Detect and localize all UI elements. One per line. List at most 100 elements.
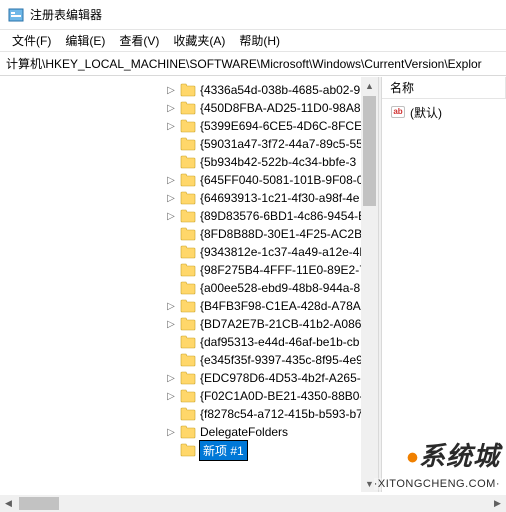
tree-item-label: {daf95313-e44d-46af-be1b-cb (200, 335, 359, 349)
tree-item-label: {9343812e-1c37-4a49-a12e-4b (200, 245, 366, 259)
menu-bar: 文件(F) 编辑(E) 查看(V) 收藏夹(A) 帮助(H) (0, 30, 506, 52)
value-name: (默认) (410, 104, 442, 121)
tree-item-label: {a00ee528-ebd9-48b8-944a-8 (200, 281, 360, 295)
folder-icon (180, 83, 196, 97)
expand-icon[interactable]: ▷ (164, 101, 178, 115)
tree-item[interactable]: ▷{5399E694-6CE5-4D6C-8FCE-1 (160, 117, 378, 135)
tree-item[interactable]: ▷{8FD8B88D-30E1-4F25-AC2B-5 (160, 225, 378, 243)
scroll-track[interactable] (361, 94, 378, 475)
scroll-down-arrow-icon[interactable]: ▼ (361, 475, 378, 492)
tree-item[interactable]: ▷ DelegateFolders (160, 423, 378, 441)
tree-item-label: {B4FB3F98-C1EA-428d-A78A-D (200, 299, 373, 313)
expand-icon[interactable]: ▷ (164, 299, 178, 313)
tree-item[interactable]: ▷{f8278c54-a712-415b-b593-b7 (160, 405, 378, 423)
folder-icon (180, 227, 196, 241)
hscroll-thumb[interactable] (19, 497, 59, 510)
tree-item[interactable]: ▷ {89D83576-6BD1-4c86-9454-B (160, 207, 378, 225)
folder-icon (180, 407, 196, 421)
tree-item-label: {5b934b42-522b-4c34-bbfe-3 (200, 155, 356, 169)
tree-item-label: {8FD8B88D-30E1-4F25-AC2B-5 (200, 227, 373, 241)
tree-panel: ▷ {4336a54d-038b-4685-ab02-9 ▷ {450D8FBA-AD… (0, 77, 378, 492)
tree-item-label: {e345f35f-9397-435c-8f95-4e9 (200, 353, 363, 367)
expand-icon[interactable]: ▷ (164, 83, 178, 97)
tree-item[interactable]: ▷ {F02C1A0D-BE21-4350-88B0-7 (160, 387, 378, 405)
column-header-name[interactable]: 名称 (382, 77, 506, 98)
scroll-up-arrow-icon[interactable]: ▲ (361, 77, 378, 94)
folder-icon (180, 137, 196, 151)
tree-item[interactable]: ▷{5b934b42-522b-4c34-bbfe-3 (160, 153, 378, 171)
tree-item[interactable]: ▷新项 #1 (160, 441, 378, 459)
folder-icon (180, 191, 196, 205)
horizontal-scrollbar[interactable]: ◀ ▶ (0, 495, 506, 512)
tree-item[interactable]: ▷{9343812e-1c37-4a49-a12e-4b (160, 243, 378, 261)
tree-vertical-scrollbar[interactable]: ▲ ▼ (361, 77, 378, 492)
expand-icon[interactable]: ▷ (164, 173, 178, 187)
tree-item-label[interactable]: 新项 #1 (200, 441, 247, 460)
tree-item[interactable]: ▷ {450D8FBA-AD25-11D0-98A8- (160, 99, 378, 117)
window-title: 注册表编辑器 (30, 6, 102, 23)
tree-item[interactable]: ▷{59031a47-3f72-44a7-89c5-55 (160, 135, 378, 153)
scroll-right-arrow-icon[interactable]: ▶ (489, 495, 506, 512)
tree-item-label: {EDC978D6-4D53-4b2f-A265-5 (200, 371, 367, 385)
tree-item-label: {BD7A2E7B-21CB-41b2-A086- (200, 317, 365, 331)
tree-item[interactable]: ▷{daf95313-e44d-46af-be1b-cb (160, 333, 378, 351)
tree-item-label: {98F275B4-4FFF-11E0-89E2-7B (200, 263, 374, 277)
tree-item-label: {89D83576-6BD1-4c86-9454-B (200, 209, 366, 223)
values-body: ab (默认) (382, 99, 506, 125)
tree-item[interactable]: ▷{98F275B4-4FFF-11E0-89E2-7B (160, 261, 378, 279)
tree-item-label: {645FF040-5081-101B-9F08-00 (200, 173, 370, 187)
scroll-thumb[interactable] (363, 96, 376, 206)
expand-icon[interactable]: ▷ (164, 371, 178, 385)
tree-item[interactable]: ▷{e345f35f-9397-435c-8f95-4e9 (160, 351, 378, 369)
tree-item-label: {f8278c54-a712-415b-b593-b7 (200, 407, 363, 421)
folder-icon (180, 371, 196, 385)
tree-indent-area (0, 77, 160, 492)
value-row-default[interactable]: ab (默认) (386, 103, 502, 121)
values-header: 名称 (382, 77, 506, 99)
folder-icon (180, 281, 196, 295)
folder-icon (180, 119, 196, 133)
tree-item[interactable]: ▷{a00ee528-ebd9-48b8-944a-8 (160, 279, 378, 297)
folder-icon (180, 353, 196, 367)
menu-help[interactable]: 帮助(H) (233, 31, 286, 50)
menu-file[interactable]: 文件(F) (6, 31, 57, 50)
folder-icon (180, 317, 196, 331)
folder-icon (180, 425, 196, 439)
address-bar[interactable]: 计算机\HKEY_LOCAL_MACHINE\SOFTWARE\Microsof… (0, 52, 506, 76)
tree-item[interactable]: ▷ {BD7A2E7B-21CB-41b2-A086- (160, 315, 378, 333)
menu-edit[interactable]: 编辑(E) (59, 31, 111, 50)
folder-icon (180, 263, 196, 277)
tree-item[interactable]: ▷ {64693913-1c21-4f30-a98f-4e (160, 189, 378, 207)
tree-item-label: {4336a54d-038b-4685-ab02-9 (200, 83, 360, 97)
folder-icon (180, 155, 196, 169)
tree-item[interactable]: ▷ {4336a54d-038b-4685-ab02-9 (160, 81, 378, 99)
expand-icon[interactable]: ▷ (164, 317, 178, 331)
folder-icon (180, 209, 196, 223)
folder-icon (180, 389, 196, 403)
content-area: ▷ {4336a54d-038b-4685-ab02-9 ▷ {450D8FBA-AD… (0, 76, 506, 492)
app-icon (8, 7, 24, 23)
expand-icon[interactable]: ▷ (164, 119, 178, 133)
tree-item[interactable]: ▷ {EDC978D6-4D53-4b2f-A265-5 (160, 369, 378, 387)
tree-item-label: {59031a47-3f72-44a7-89c5-55 (200, 137, 363, 151)
expand-icon[interactable]: ▷ (164, 209, 178, 223)
title-bar: 注册表编辑器 (0, 0, 506, 30)
expand-icon[interactable]: ▷ (164, 425, 178, 439)
expand-icon[interactable]: ▷ (164, 389, 178, 403)
tree-item[interactable]: ▷ {645FF040-5081-101B-9F08-00 (160, 171, 378, 189)
menu-favorites[interactable]: 收藏夹(A) (167, 31, 231, 50)
tree-item-label: {F02C1A0D-BE21-4350-88B0-7 (200, 389, 370, 403)
expand-icon[interactable]: ▷ (164, 191, 178, 205)
tree-item-label: {450D8FBA-AD25-11D0-98A8- (200, 101, 365, 115)
folder-icon (180, 245, 196, 259)
tree-item-label: {64693913-1c21-4f30-a98f-4e (200, 191, 359, 205)
tree-item-label: DelegateFolders (200, 425, 288, 439)
hscroll-track[interactable] (17, 495, 489, 512)
folder-icon (180, 335, 196, 349)
string-value-icon: ab (390, 104, 406, 120)
tree-item[interactable]: ▷ {B4FB3F98-C1EA-428d-A78A-D (160, 297, 378, 315)
menu-view[interactable]: 查看(V) (113, 31, 165, 50)
folder-icon (180, 299, 196, 313)
scroll-left-arrow-icon[interactable]: ◀ (0, 495, 17, 512)
address-text: 计算机\HKEY_LOCAL_MACHINE\SOFTWARE\Microsof… (6, 55, 482, 72)
